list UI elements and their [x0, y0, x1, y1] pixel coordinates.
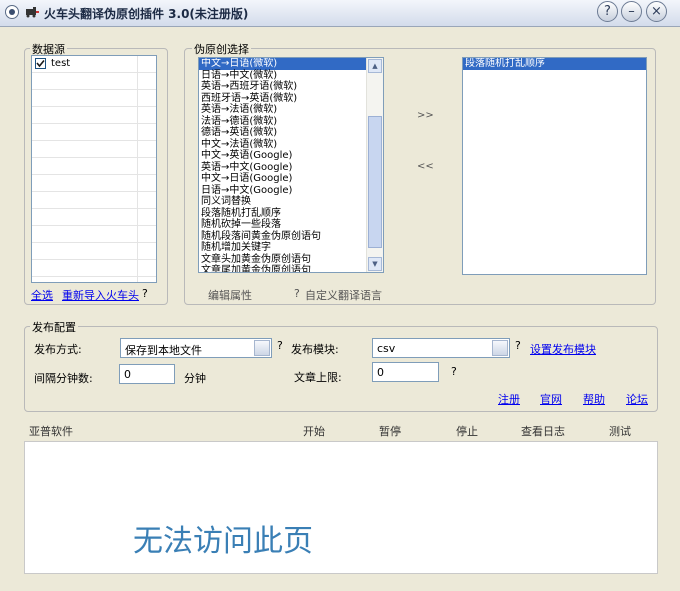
module-dropdown-icon[interactable] — [492, 340, 508, 356]
help-link[interactable]: 帮助 — [583, 391, 605, 407]
view-log-button[interactable]: 查看日志 — [521, 423, 565, 439]
pseudo-option[interactable]: 中文→英语(Google) — [199, 150, 383, 162]
chosen-item[interactable]: 段落随机打乱顺序 — [463, 58, 646, 70]
limit-input[interactable]: 0 — [372, 362, 439, 382]
remove-option-button[interactable]: << — [417, 161, 434, 172]
custom-lang-button[interactable]: 自定义翻译语言 — [305, 287, 382, 303]
pseudo-options-list[interactable]: 中文→日语(微软) 日语→中文(微软) 英语→西班牙语(微软) 西班牙语→英语(微软)… — [198, 57, 384, 273]
pause-button[interactable]: 暂停 — [379, 423, 401, 439]
pseudo-option[interactable]: 随机砍掉一些段落 — [199, 219, 383, 231]
checkmark-icon — [36, 59, 45, 68]
pseudo-option[interactable]: 中文→日语(微软) — [199, 58, 383, 70]
website-link[interactable]: 官网 — [540, 391, 562, 407]
minimize-button[interactable]: – — [621, 1, 642, 22]
pseudo-option[interactable]: 日语→中文(Google) — [199, 185, 383, 197]
method-label: 发布方式: — [34, 343, 82, 356]
reimport-link[interactable]: 重新导入火车头 — [62, 287, 139, 303]
pseudo-option[interactable]: 中文→日语(Google) — [199, 173, 383, 185]
chosen-list[interactable]: 段落随机打乱顺序 — [462, 57, 647, 275]
module-help-icon: ? — [515, 339, 521, 352]
window-title: 火车头翻译伪原创插件 3.0(未注册版) — [44, 7, 249, 21]
publish-label: 发布配置 — [30, 319, 78, 335]
pseudo-option[interactable]: 英语→中文(Google) — [199, 162, 383, 174]
edit-props-button[interactable]: 编辑属性 — [208, 287, 252, 303]
scroll-up-icon[interactable]: ▲ — [368, 59, 382, 73]
pseudo-option[interactable]: 德语→英语(微软) — [199, 127, 383, 139]
interval-input[interactable]: 0 — [119, 364, 175, 384]
pseudo-option[interactable]: 法语→德语(微软) — [199, 116, 383, 128]
company-label: 亚普软件 — [29, 425, 73, 438]
pseudo-option[interactable]: 中文→法语(微软) — [199, 139, 383, 151]
test-button[interactable]: 测试 — [609, 423, 631, 439]
scroll-thumb[interactable] — [368, 116, 382, 248]
method-value: 保存到本地文件 — [125, 344, 202, 357]
help-title-button[interactable]: ? — [597, 1, 618, 22]
limit-help-icon: ? — [451, 365, 457, 378]
datasource-list[interactable]: test — [31, 55, 157, 283]
datasource-help-icon[interactable]: ? — [142, 287, 148, 300]
pseudo-option[interactable]: 英语→法语(微软) — [199, 104, 383, 116]
pseudo-option[interactable]: 文章尾加黄金伪原创语句 — [199, 265, 383, 272]
scroll-down-icon[interactable]: ▼ — [368, 257, 382, 271]
method-dropdown-icon[interactable] — [254, 340, 270, 356]
limit-label: 文章上限: — [294, 371, 342, 384]
close-button[interactable]: × — [646, 1, 667, 22]
start-button[interactable]: 开始 — [303, 423, 325, 439]
pseudo-option[interactable]: 日语→中文(微软) — [199, 70, 383, 82]
system-menu-icon[interactable] — [5, 5, 19, 19]
title-bar: 火车头翻译伪原创插件 3.0(未注册版) ? – × — [0, 0, 680, 27]
select-all-link[interactable]: 全选 — [31, 287, 53, 303]
module-settings-link[interactable]: 设置发布模块 — [530, 341, 596, 357]
method-help-icon: ? — [277, 339, 283, 352]
module-label: 发布模块: — [291, 343, 339, 356]
method-select[interactable]: 保存到本地文件 — [120, 338, 272, 358]
datasource-item-checkbox[interactable] — [35, 58, 46, 69]
datasource-item[interactable]: test — [32, 56, 156, 73]
pseudo-option[interactable]: 西班牙语→英语(微软) — [199, 93, 383, 105]
options-scrollbar[interactable]: ▲ ▼ — [366, 58, 383, 272]
forum-link[interactable]: 论坛 — [626, 391, 648, 407]
pseudo-option[interactable]: 同义词替换 — [199, 196, 383, 208]
register-link[interactable]: 注册 — [498, 391, 520, 407]
page-unavailable-message: 无法访问此页 — [133, 524, 313, 559]
pseudo-option[interactable]: 段落随机打乱顺序 — [199, 208, 383, 220]
custom-lang-help-icon: ? — [294, 287, 300, 300]
web-panel: 无法访问此页 — [24, 441, 658, 574]
pseudo-option[interactable]: 随机增加关键字 — [199, 242, 383, 254]
pseudo-option[interactable]: 随机段落间黄金伪原创语句 — [199, 231, 383, 243]
module-value: csv — [377, 342, 396, 355]
interval-label: 间隔分钟数: — [34, 372, 93, 385]
datasource-item-label: test — [51, 58, 71, 69]
add-option-button[interactable]: >> — [417, 110, 434, 121]
interval-unit: 分钟 — [184, 372, 206, 385]
pseudo-option[interactable]: 英语→西班牙语(微软) — [199, 81, 383, 93]
pseudo-options: 中文→日语(微软) 日语→中文(微软) 英语→西班牙语(微软) 西班牙语→英语(微软)… — [199, 58, 383, 272]
pseudo-option[interactable]: 文章头加黄金伪原创语句 — [199, 254, 383, 266]
train-icon — [26, 7, 39, 18]
stop-button[interactable]: 停止 — [456, 423, 478, 439]
module-select[interactable]: csv — [372, 338, 510, 358]
pseudo-label: 伪原创选择 — [192, 41, 251, 57]
